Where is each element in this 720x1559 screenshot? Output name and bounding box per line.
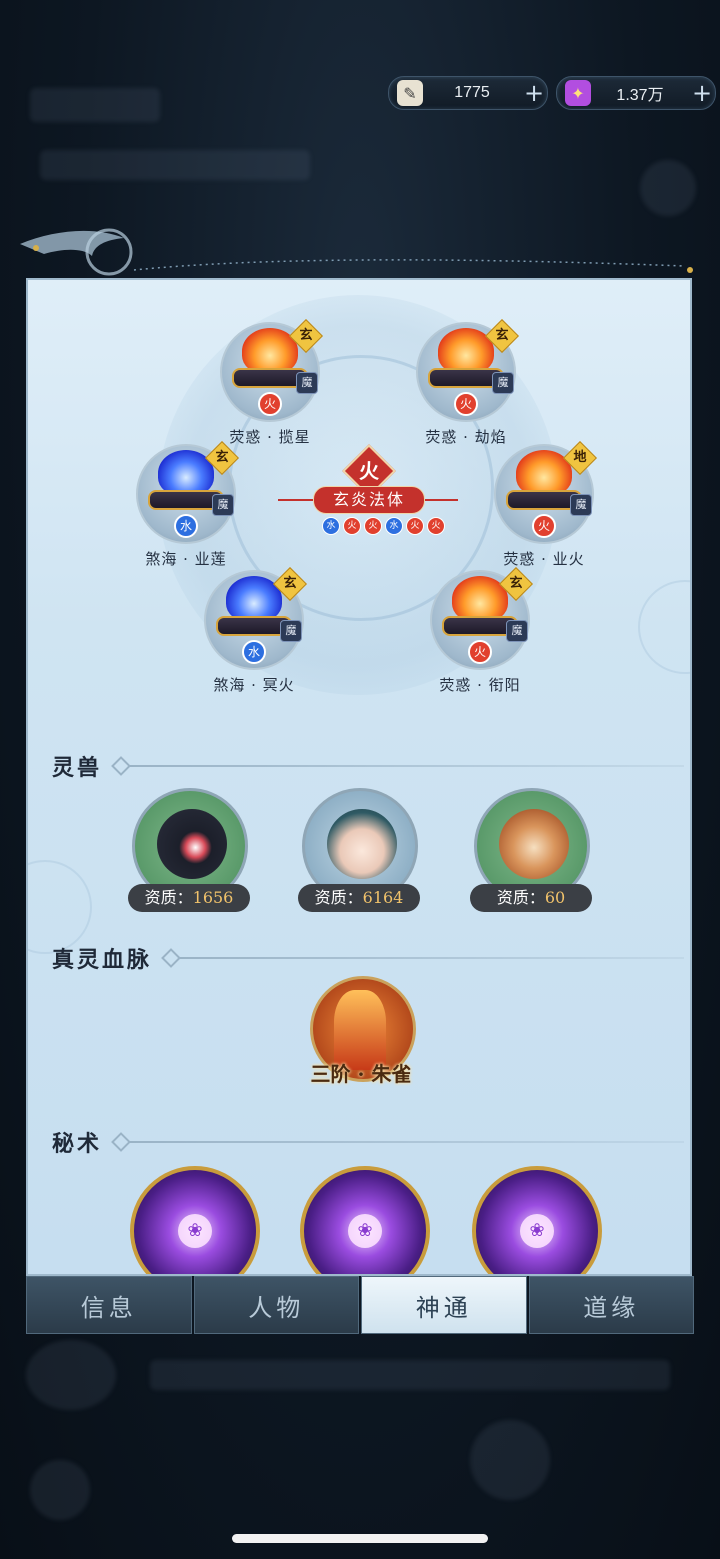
lotus-icon: ❀ [520,1214,554,1248]
bg-nav-blur [40,150,310,180]
school-badge: 魔 [280,620,302,642]
secret-art-orb[interactable]: ❀ [300,1166,430,1274]
beast-aptitude: 资质：6164 [298,884,420,912]
bloodline-label: 三阶 · 朱雀 [310,1062,412,1086]
aptitude-label: 资质： [496,888,545,907]
skill-name: 煞海 · 业莲 [145,550,227,568]
currency-value: 1.37万 [616,87,664,104]
bg-icon-blur [640,160,696,216]
beast-card[interactable]: 资质：6164 [298,788,420,918]
currency-value: 1775 [454,84,490,101]
section-title-beasts: 灵兽 [52,755,103,781]
tab-bar: 信息 人物 神通 道缘 [26,1276,694,1334]
bloodline-card[interactable]: 三阶 · 朱雀 [306,976,416,1096]
skill-node[interactable]: 玄 魔 水 煞海 · 冥火 [204,567,307,694]
spirit-stone-currency-icon: ✦ [565,80,591,106]
bg-row-blur [26,1340,116,1410]
fire-element-icon: 火 [468,640,492,664]
tab-divine-arts[interactable]: 神通 [361,1276,527,1334]
skill-name: 荧惑 · 衔阳 [439,676,521,694]
fire-element-icon: 火 [406,517,424,535]
water-element-icon: 水 [385,517,403,535]
tab-info[interactable]: 信息 [26,1276,192,1334]
emblem-line [422,499,458,501]
water-element-icon: 水 [322,517,340,535]
core-title: 玄炎法体 [313,486,425,514]
beast-card[interactable]: 资质：60 [470,788,592,918]
section-title-bloodline: 真灵血脉 [52,947,153,973]
skill-node[interactable]: 玄 魔 火 荧惑 · 劫焰 [416,319,519,446]
deer-beast-icon [499,809,569,879]
panel-ornament [20,228,693,276]
aptitude-value: 60 [544,888,566,907]
skill-name: 荧惑 · 业火 [503,550,585,568]
skill-node[interactable]: 玄 魔 火 荧惑 · 衔阳 [430,567,533,694]
section-divider [128,1141,684,1143]
fire-element-icon: 火 [258,392,282,416]
lotus-icon: ❀ [178,1214,212,1248]
aptitude-label: 资质： [144,888,193,907]
fox-spirit-beast-icon [327,809,397,879]
core-body-emblem[interactable]: 火 玄炎法体 水 火 火 水 火 火 [278,444,458,542]
cloud-decoration [28,860,92,954]
water-element-icon: 水 [174,514,198,538]
skill-node[interactable]: 玄 魔 水 煞海 · 业莲 [136,441,239,568]
currency-pill-scroll: ✎ 1775 + [388,76,548,110]
section-title-secrets: 秘术 [52,1131,103,1157]
tab-dao-fate[interactable]: 道缘 [528,1276,694,1334]
school-badge: 魔 [212,494,234,516]
skill-name: 煞海 · 冥火 [213,676,295,694]
fire-element-icon: 火 [364,517,382,535]
bg-row-blur [150,1360,670,1390]
beast-card[interactable]: 资质：1656 [128,788,250,918]
black-bird-beast-icon [157,809,227,879]
fire-element-icon: 火 [427,517,445,535]
water-element-icon: 水 [242,640,266,664]
add-currency-button[interactable]: + [521,79,547,107]
fire-element-icon: 火 [343,517,361,535]
scroll-currency-icon: ✎ [397,80,423,106]
home-indicator[interactable] [232,1534,488,1543]
section-divider [128,765,684,767]
secret-art-orb[interactable]: ❀ [130,1166,260,1274]
aptitude-value: 1656 [192,888,234,907]
aptitude-label: 资质： [314,888,363,907]
secret-art-orb[interactable]: ❀ [472,1166,602,1274]
add-currency-button[interactable]: + [689,79,715,107]
school-badge: 魔 [506,620,528,642]
section-divider [178,957,684,959]
lotus-icon: ❀ [348,1214,382,1248]
fire-element-icon: 火 [532,514,556,538]
school-badge: 魔 [492,372,514,394]
fire-element-icon: 火 [454,392,478,416]
beast-aptitude: 资质：60 [470,884,592,912]
school-badge: 魔 [296,372,318,394]
cloud-decoration [638,580,690,674]
aptitude-value: 6164 [362,888,404,907]
emblem-line [278,499,314,501]
skill-node[interactable]: 玄 魔 火 荧惑 · 揽星 [220,319,323,446]
bg-footer-blur [30,1460,90,1520]
bg-title-blur [30,88,160,122]
bg-footer-blur [470,1420,550,1500]
character-panel: 玄 魔 火 荧惑 · 揽星 玄 魔 火 荧惑 · 劫焰 玄 魔 水 煞海 · 业… [26,278,692,1276]
core-element-list: 水 火 火 水 火 火 [322,517,445,535]
school-badge: 魔 [570,494,592,516]
currency-pill-spirit-stone: ✦ 1.37万 + [556,76,716,110]
skill-node[interactable]: 地 魔 火 荧惑 · 业火 [494,441,597,568]
tab-character[interactable]: 人物 [193,1276,359,1334]
beast-aptitude: 资质：1656 [128,884,250,912]
